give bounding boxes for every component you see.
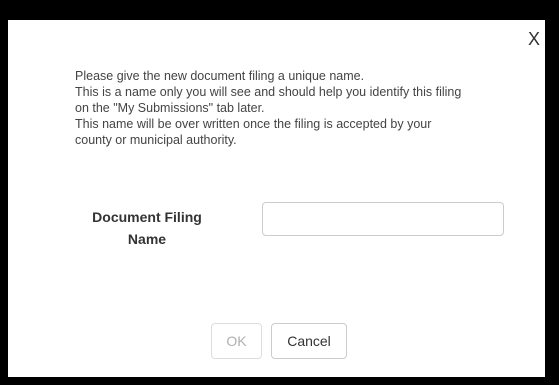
instructions-text: Please give the new document filing a un…: [75, 68, 525, 148]
instruction-line: county or municipal authority.: [75, 133, 237, 147]
instruction-line: This name will be over written once the …: [75, 117, 432, 131]
instruction-line: Please give the new document filing a un…: [75, 69, 365, 83]
cancel-button[interactable]: Cancel: [271, 323, 347, 359]
close-button[interactable]: X: [528, 30, 540, 48]
document-filing-name-label: Document Filing Name: [72, 206, 222, 250]
ok-button[interactable]: OK: [211, 323, 262, 359]
field-label-line: Document Filing: [92, 209, 202, 225]
instruction-line: This is a name only you will see and sho…: [75, 85, 462, 99]
document-filing-name-input[interactable]: [262, 202, 504, 236]
instruction-line: on the "My Submissions" tab later.: [75, 101, 265, 115]
document-name-dialog: X Please give the new document filing a …: [8, 20, 545, 377]
field-label-line: Name: [127, 231, 167, 247]
